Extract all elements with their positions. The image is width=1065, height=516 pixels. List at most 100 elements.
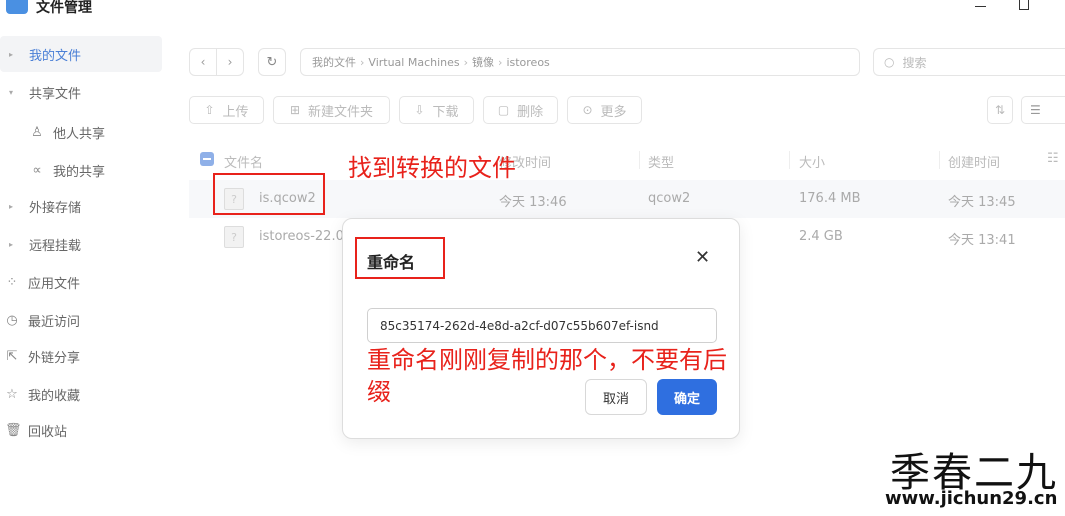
sidebar-item-label: 应用文件: [28, 276, 81, 292]
caret-right-icon: ▸: [9, 49, 14, 59]
breadcrumb-separator-icon: ›: [498, 55, 503, 69]
breadcrumb-item[interactable]: Virtual Machines: [368, 56, 459, 69]
new-folder-icon: ⊞: [289, 103, 301, 117]
forward-icon[interactable]: ›: [216, 49, 243, 75]
caret-right-icon: ▸: [9, 201, 14, 211]
select-all-checkbox[interactable]: [200, 152, 214, 166]
sidebar-item-label: 他人共享: [53, 126, 106, 142]
search-icon: ○: [884, 55, 895, 69]
trash-icon: ▢: [497, 103, 510, 117]
sort-button[interactable]: ⇅: [987, 96, 1013, 124]
annotation-find-file: 找到转换的文件: [348, 154, 516, 182]
link-share-icon: ⇱: [6, 348, 18, 364]
sidebar-item-recent[interactable]: ◷ 最近访问: [0, 302, 162, 338]
title-bar: 文件管理: [0, 0, 1065, 28]
list-view-button[interactable]: ☰: [1021, 96, 1065, 124]
sidebar-item-favorites[interactable]: ☆ 我的收藏: [0, 376, 162, 412]
trash-icon: 🗑: [5, 422, 22, 438]
breadcrumb: 我的文件 › Virtual Machines › 镜像 › istoreos: [300, 48, 860, 76]
list-view-icon: ☰: [1030, 103, 1041, 117]
sidebar-item-label: 我的文件: [29, 48, 82, 64]
sidebar-item-link-share[interactable]: ⇱ 外链分享: [0, 338, 162, 374]
upload-label: 上传: [222, 104, 249, 120]
column-divider: [639, 151, 640, 169]
sidebar-item-label: 我的收藏: [28, 388, 81, 404]
delete-label: 删除: [517, 104, 544, 120]
history-nav: ‹ ›: [189, 48, 244, 76]
sidebar-item-my-files[interactable]: ▸ 我的文件: [0, 36, 162, 72]
column-header-type[interactable]: 类型: [648, 152, 674, 171]
user-icon: ♙: [31, 124, 43, 140]
breadcrumb-separator-icon: ›: [360, 55, 365, 69]
sidebar-item-label: 外接存储: [29, 200, 82, 216]
close-icon[interactable]: ✕: [695, 247, 710, 268]
watermark-url: www.jichun29.cn: [885, 488, 1058, 509]
delete-button[interactable]: ▢ 删除: [483, 96, 558, 124]
upload-button[interactable]: ⇧ 上传: [189, 96, 264, 124]
more-button[interactable]: ⊙ 更多: [567, 96, 642, 124]
cancel-button[interactable]: 取消: [585, 379, 647, 415]
apps-icon: ⁘: [6, 274, 18, 290]
search-input[interactable]: ○ 搜索: [873, 48, 1065, 76]
refresh-icon: ↻: [266, 54, 278, 70]
new-folder-label: 新建文件夹: [308, 104, 374, 120]
window-title: 文件管理: [36, 0, 92, 16]
column-header-size[interactable]: 大小: [799, 152, 825, 171]
sidebar-item-my-shares[interactable]: ∝ 我的共享: [0, 152, 162, 188]
caret-down-icon: ▾: [9, 87, 14, 97]
file-size: 176.4 MB: [799, 191, 861, 206]
upload-icon: ⇧: [204, 103, 215, 117]
folder-app-icon: [6, 0, 28, 14]
sort-icon: ⇅: [994, 103, 1006, 117]
annotation-highlight-box: [213, 173, 325, 215]
more-label: 更多: [600, 104, 627, 120]
sidebar-item-label: 外链分享: [28, 350, 81, 366]
sidebar-item-label: 回收站: [28, 424, 68, 440]
refresh-button[interactable]: ↻: [258, 48, 286, 76]
table-header: 文件名 修改时间 类型 大小 创建时间 ☷: [189, 143, 1065, 177]
sidebar-item-remote-mount[interactable]: ▸ 远程挂载: [0, 226, 162, 262]
sidebar-item-app-files[interactable]: ⁘ 应用文件: [0, 264, 162, 300]
download-button[interactable]: ⇩ 下载: [399, 96, 474, 124]
breadcrumb-item[interactable]: istoreos: [506, 56, 549, 69]
file-icon: ?: [224, 226, 244, 248]
breadcrumb-item[interactable]: 镜像: [472, 54, 494, 70]
file-created: 今天 13:41: [948, 233, 1016, 248]
sidebar-item-trash[interactable]: 🗑 回收站: [0, 412, 162, 448]
column-divider: [939, 151, 940, 169]
sidebar-item-label: 最近访问: [28, 314, 81, 330]
sidebar-item-shared-files[interactable]: ▾ 共享文件: [0, 74, 162, 110]
sidebar-item-label: 远程挂载: [29, 238, 82, 254]
share-icon: ∝: [32, 162, 42, 178]
file-created: 今天 13:45: [948, 195, 1016, 210]
file-modified: 今天 13:46: [499, 195, 567, 210]
sidebar-item-label: 我的共享: [53, 164, 106, 180]
rename-input[interactable]: 85c35174-262d-4e8d-a2cf-d07c55b607ef-isn…: [367, 308, 717, 343]
clock-icon: ◷: [6, 312, 18, 328]
sidebar: ▸ 我的文件 ▾ 共享文件 ♙ 他人共享 ∝ 我的共享 ▸ 外接存储 ▸ 远程挂…: [0, 28, 168, 516]
caret-right-icon: ▸: [9, 239, 14, 249]
star-icon: ☆: [6, 386, 18, 402]
column-settings-icon[interactable]: ☷: [1047, 151, 1059, 166]
toolbar: ⇧ 上传 ⊞ 新建文件夹 ⇩ 下载 ▢ 删除 ⊙ 更多: [189, 96, 651, 124]
download-label: 下载: [432, 104, 459, 120]
breadcrumb-item[interactable]: 我的文件: [312, 54, 356, 70]
more-icon: ⊙: [582, 103, 593, 117]
back-icon[interactable]: ‹: [190, 49, 216, 75]
maximize-icon[interactable]: [1019, 0, 1029, 10]
new-folder-button[interactable]: ⊞ 新建文件夹: [273, 96, 390, 124]
column-divider: [789, 151, 790, 169]
file-size: 2.4 GB: [799, 229, 843, 244]
rename-dialog: 重命名 ✕ 85c35174-262d-4e8d-a2cf-d07c55b607…: [342, 218, 740, 439]
sidebar-item-shared-with-me[interactable]: ♙ 他人共享: [0, 114, 162, 150]
sidebar-item-external-storage[interactable]: ▸ 外接存储: [0, 188, 162, 224]
minimize-icon[interactable]: [975, 6, 986, 7]
breadcrumb-separator-icon: ›: [463, 55, 469, 69]
dialog-title: 重命名: [367, 253, 416, 272]
column-header-name[interactable]: 文件名: [224, 152, 263, 171]
file-name: istoreos-22.03: [259, 229, 353, 244]
column-header-created[interactable]: 创建时间: [948, 152, 1000, 171]
file-type: qcow2: [648, 191, 691, 206]
confirm-button[interactable]: 确定: [657, 379, 717, 415]
download-icon: ⇩: [414, 103, 425, 117]
